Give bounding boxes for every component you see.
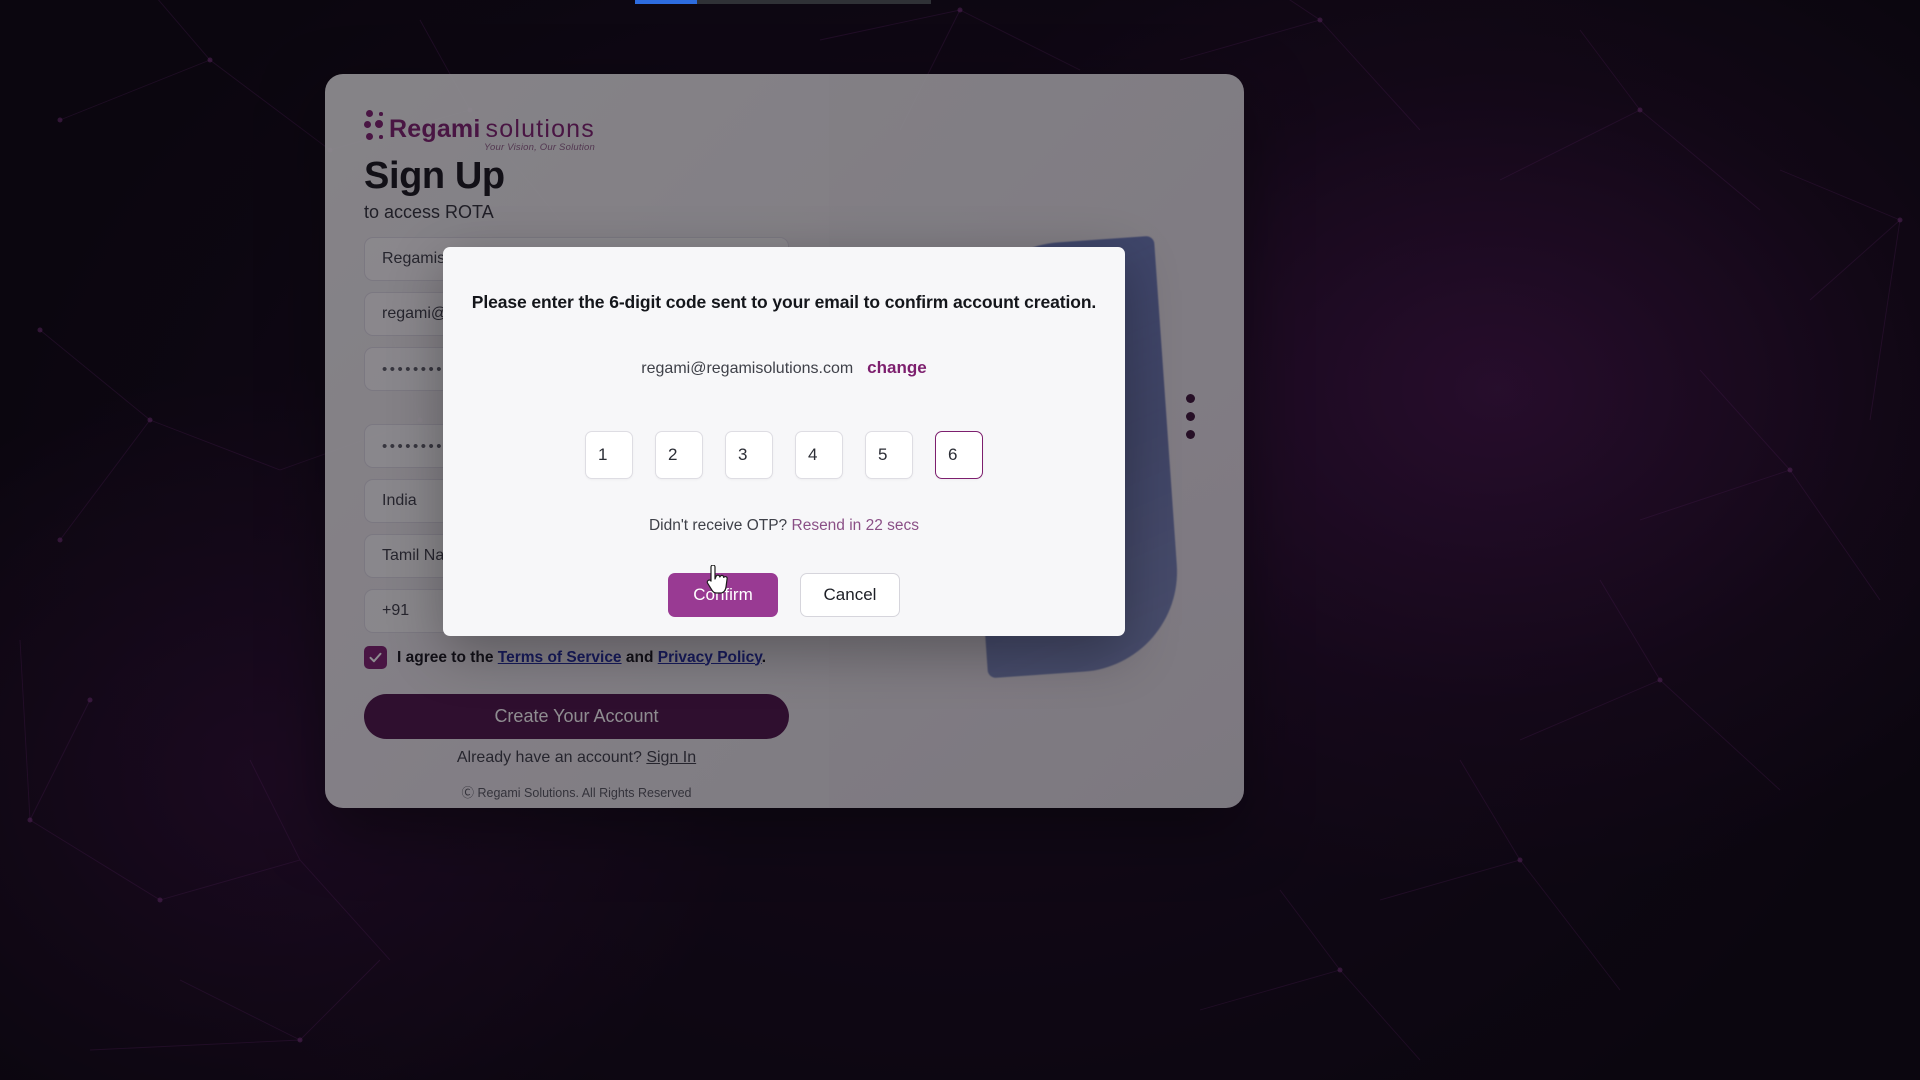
otp-confirmation-modal: Please enter the 6-digit code sent to yo…: [443, 247, 1125, 636]
otp-digit-5[interactable]: 5: [865, 431, 913, 479]
otp-input-group: 1 2 3 4 5 6: [585, 431, 983, 479]
otp-digit-4[interactable]: 4: [795, 431, 843, 479]
modal-action-row: Confirm Cancel: [668, 573, 900, 617]
otp-digit-6[interactable]: 6: [935, 431, 983, 479]
otp-digit-3[interactable]: 3: [725, 431, 773, 479]
loading-bar-fill: [635, 0, 697, 4]
otp-email-row: regami@regamisolutions.com change: [641, 358, 926, 378]
otp-digit-2[interactable]: 2: [655, 431, 703, 479]
otp-email-address: regami@regamisolutions.com: [641, 360, 854, 377]
page-loading-bar: [635, 0, 931, 4]
resend-prompt-text: Didn't receive OTP?: [648, 517, 788, 534]
confirm-button[interactable]: Confirm: [668, 573, 778, 617]
cancel-button[interactable]: Cancel: [800, 573, 900, 617]
change-email-link[interactable]: change: [867, 358, 927, 378]
resend-otp-row: Didn't receive OTP? Resend in 22 secs: [649, 517, 919, 535]
resend-otp-timer: Resend in 22 secs: [791, 517, 920, 534]
otp-modal-heading: Please enter the 6-digit code sent to yo…: [471, 292, 1097, 312]
otp-digit-1[interactable]: 1: [585, 431, 633, 479]
